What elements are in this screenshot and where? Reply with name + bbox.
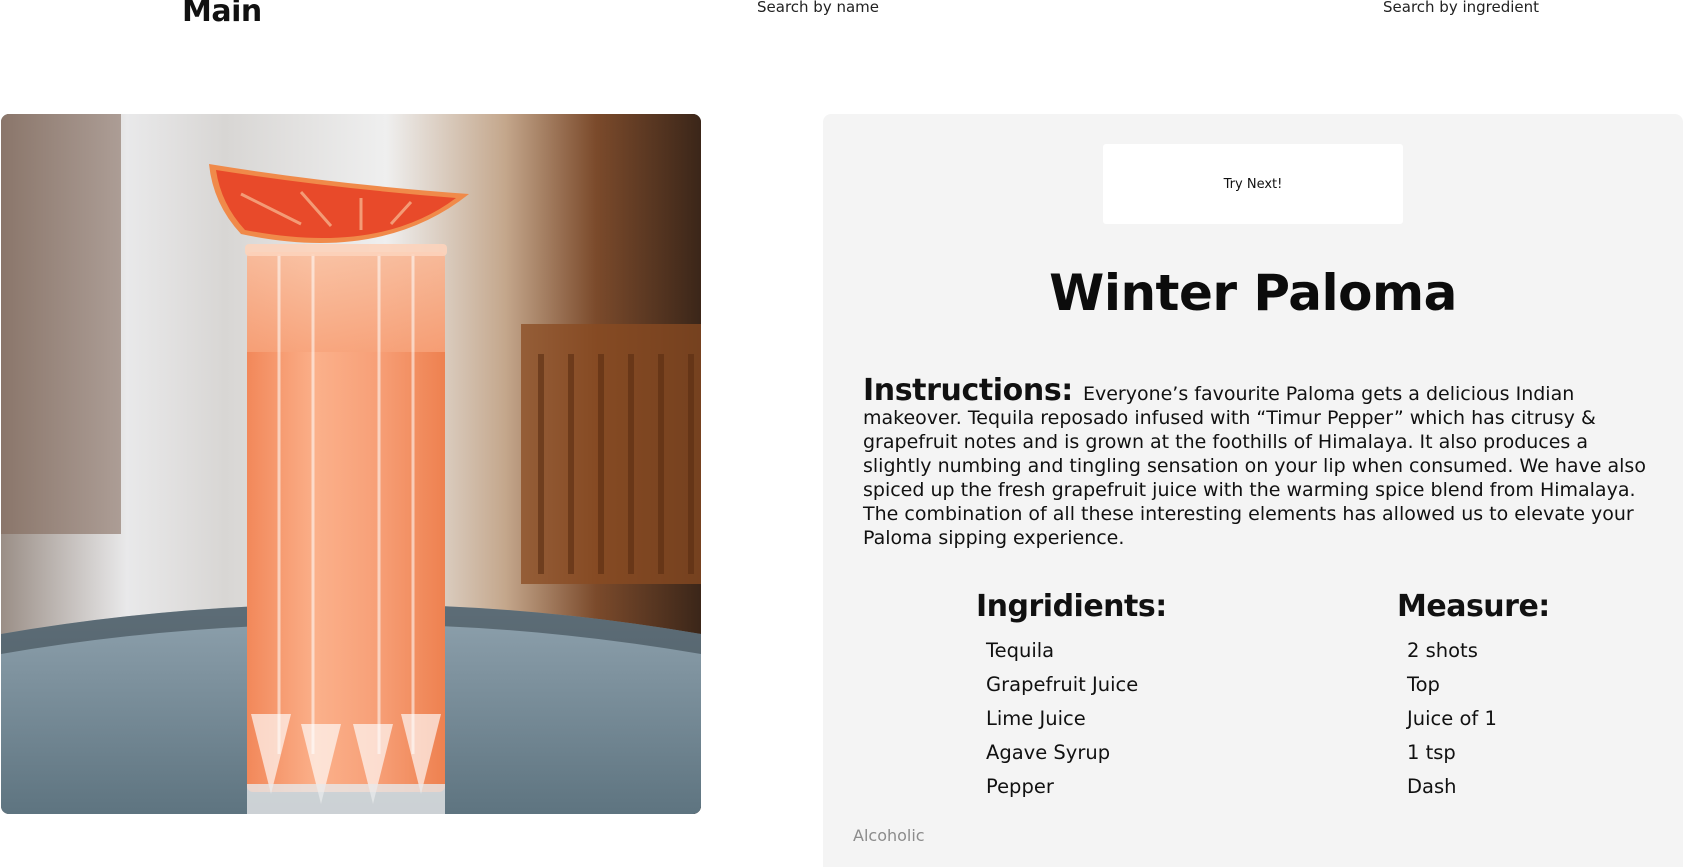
instructions-text: Everyone’s favourite Paloma gets a delic… [863,383,1646,549]
measures-list: 2 shots Top Juice of 1 1 tsp Dash [1407,634,1497,804]
category-label: Alcoholic [853,826,925,845]
drink-photo [1,114,701,814]
measure-heading: Measure: [1397,589,1550,624]
drink-detail-panel: Try Next! Winter Paloma Instructions: Ev… [823,114,1683,867]
drink-title: Winter Paloma [1049,264,1457,322]
instructions-label: Instructions: [863,373,1073,408]
ingredient-item: Tequila [986,639,1055,662]
nav-search-by-ingredient-link[interactable]: Search by ingredient [1383,0,1539,16]
measure-item: Top [1407,673,1440,696]
ingredient-item: Agave Syrup [986,741,1111,764]
try-next-button[interactable]: Try Next! [1103,144,1403,224]
ingredients-heading: Ingridients: [976,589,1167,624]
ingredients-list: Tequila Grapefruit Juice Lime Juice Agav… [986,634,1138,804]
measure-item: Juice of 1 [1407,707,1497,730]
nav-main-link[interactable]: Main [182,0,262,29]
nav-search-by-name-link[interactable]: Search by name [757,0,879,16]
ingredient-item: Grapefruit Juice [986,673,1139,696]
cocktail-photo-illustration [1,114,701,814]
page: Main Search by name Search by ingredient [0,0,1685,867]
ingredient-item: Pepper [986,775,1054,798]
instructions-block: Instructions: Everyone’s favourite Palom… [863,376,1648,550]
measure-item: Dash [1407,775,1457,798]
measure-item: 1 tsp [1407,741,1456,764]
ingredient-item: Lime Juice [986,707,1086,730]
measure-item: 2 shots [1407,639,1478,662]
